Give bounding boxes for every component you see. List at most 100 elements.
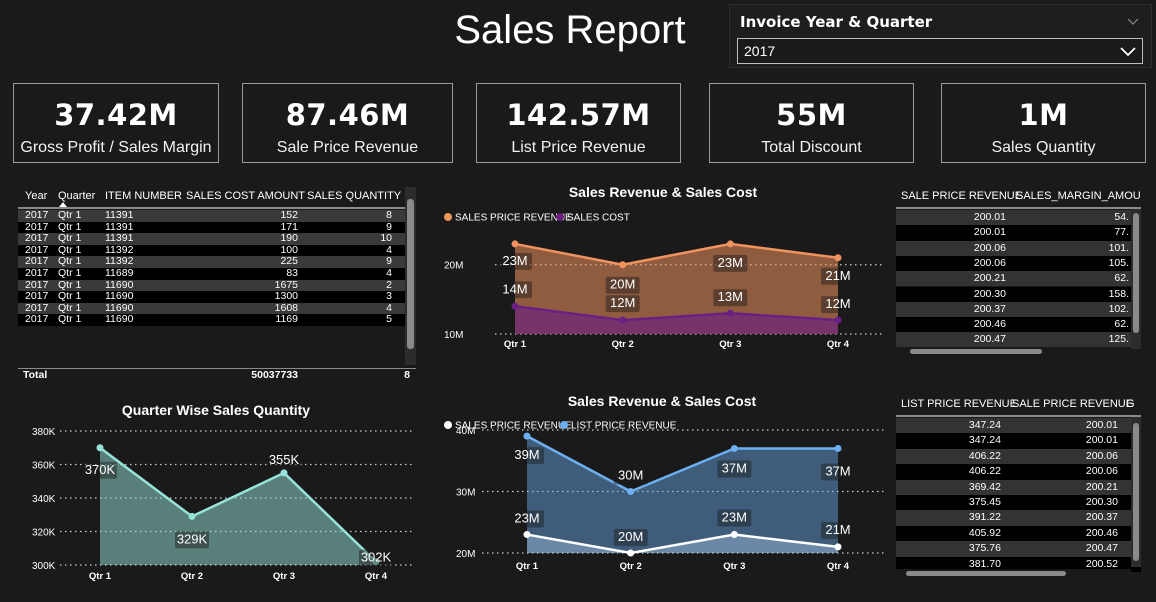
scrollbar-thumb[interactable] — [407, 199, 414, 349]
data-point — [619, 316, 627, 324]
sales-revenue-list-price-chart: Sales Revenue & Sales Cost40M30M20MSALES… — [444, 393, 885, 572]
data-label: 21M — [825, 268, 850, 283]
table-cell: 391.22 — [968, 511, 1001, 524]
data-point — [523, 531, 531, 539]
table-row[interactable]: 369.42 200.21 — [896, 479, 1141, 495]
table-row[interactable]: 405.92 200.46 — [896, 525, 1141, 542]
data-label: 302K — [361, 550, 392, 565]
column-header[interactable]: SALES COST AMOUNT — [186, 190, 305, 202]
data-point — [730, 444, 738, 452]
vertical-scrollbar[interactable] — [1131, 209, 1141, 349]
table-row[interactable]: 200.21 62. — [896, 271, 1141, 287]
data-point — [726, 309, 734, 317]
column-header[interactable]: SALES QUANTITY — [307, 190, 401, 202]
kpi-label: Total Discount — [761, 139, 862, 156]
table-row[interactable]: 406.22 200.06 — [896, 464, 1141, 480]
scrollbar-thumb[interactable] — [1133, 213, 1139, 333]
column-header[interactable]: LIST PRICE REVENUE — [901, 398, 1017, 410]
table-row[interactable]: 200.37 102. — [896, 301, 1141, 318]
table-row[interactable]: 200.01 77. — [896, 225, 1141, 241]
table-cell: 62. — [1114, 318, 1129, 331]
table-row[interactable]: 200.46 62. — [896, 317, 1141, 333]
table-row[interactable]: 200.47 125. — [896, 332, 1141, 348]
table-row[interactable]: 200.06 105. — [896, 255, 1141, 272]
table-cell: 369.42 — [968, 480, 1001, 493]
scrollbar-thumb[interactable] — [1133, 423, 1139, 561]
legend-label: SALES PRICE REVENUE — [455, 213, 572, 224]
y-tick-label: 360K — [32, 461, 56, 472]
kpi-value: 37.42M — [54, 98, 178, 132]
table-cell: 406.22 — [968, 449, 1001, 462]
data-label: 329K — [177, 531, 208, 546]
table-row[interactable]: 406.22 200.06 — [896, 448, 1141, 465]
data-label: 12M — [610, 295, 635, 310]
table-cell: 200.37 — [1085, 511, 1118, 524]
data-label: 21M — [825, 522, 850, 537]
table-row[interactable]: 2017 Qtr 1 11689 83 4 — [18, 267, 416, 280]
table-cell: 200.06 — [1085, 465, 1118, 478]
horizontal-scrollbar[interactable] — [896, 347, 1131, 356]
table-cell: 200.01 — [973, 226, 1006, 239]
table-cell: Qtr 1 — [58, 313, 82, 326]
table-cell: 9 — [386, 255, 392, 268]
scrollbar-thumb[interactable] — [910, 349, 1042, 354]
table-cell: 4 — [386, 243, 392, 256]
y-tick-label: 20M — [444, 261, 463, 272]
chevron-down-icon[interactable] — [1120, 45, 1136, 59]
slicer-label: Invoice Year & Quarter — [740, 13, 933, 31]
table-row[interactable]: 200.01 54. — [896, 210, 1141, 226]
table-row[interactable]: 2017 Qtr 1 11690 1169 5 — [18, 314, 416, 326]
table-cell: 105. — [1108, 256, 1129, 269]
table-cell: 347.24 — [968, 419, 1001, 431]
sales-detail-table: Year Quarter ITEM NUMBER SALES COST AMOU… — [18, 187, 416, 383]
horizontal-scrollbar[interactable] — [896, 569, 1131, 578]
column-header[interactable]: Year — [25, 190, 47, 202]
scrollbar-thumb[interactable] — [906, 571, 1066, 576]
column-header[interactable]: SALES_MARGIN_AMOU — [1016, 190, 1141, 202]
column-header[interactable]: Quarter — [58, 190, 95, 202]
data-label: 20M — [610, 277, 635, 292]
table-cell: 375.45 — [968, 496, 1001, 508]
kpi-card-sales-quantity: 1M Sales Quantity — [941, 83, 1146, 163]
data-label: 23M — [718, 255, 743, 270]
data-label: 14M — [502, 281, 527, 296]
table-cell: 405.92 — [968, 526, 1001, 539]
data-point — [834, 444, 842, 452]
series-area — [527, 436, 838, 553]
table-cell: 158. — [1108, 287, 1129, 300]
table-cell: 102. — [1108, 302, 1129, 315]
slicer-dropdown[interactable]: 2017 — [737, 38, 1143, 64]
chevron-down-icon[interactable] — [1127, 15, 1139, 27]
data-point — [511, 240, 519, 248]
column-header[interactable]: SALE PRICE REVENUE — [901, 190, 1022, 202]
sale-price-margin-table: SALE PRICE REVENUE SALES_MARGIN_AMOU 200… — [896, 187, 1141, 357]
table-row[interactable]: 391.22 200.37 — [896, 510, 1141, 526]
chart-title: Sales Revenue & Sales Cost — [568, 393, 757, 409]
table-cell: 200.30 — [973, 287, 1006, 300]
table-row[interactable]: 200.06 101. — [896, 240, 1141, 256]
x-tick-label: Qtr 3 — [723, 561, 745, 572]
data-point — [619, 261, 627, 269]
table-cell: 200.21 — [1085, 480, 1118, 493]
table-cell: 11689 — [105, 267, 134, 279]
table-cell: 200.47 — [1085, 542, 1118, 555]
column-header[interactable]: ITEM NUMBER — [105, 190, 182, 202]
table-row[interactable]: 200.30 158. — [896, 286, 1141, 302]
table-row[interactable]: 2017 Qtr 1 11391 152 8 — [18, 209, 416, 222]
table-cell: 8 — [386, 209, 392, 221]
table-row[interactable]: 347.24 200.01 — [896, 433, 1141, 449]
x-tick-label: Qtr 1 — [89, 571, 112, 582]
table-cell: 2017 — [25, 313, 49, 326]
vertical-scrollbar[interactable] — [405, 187, 416, 365]
legend-marker-icon — [560, 421, 568, 429]
table-row[interactable]: 375.76 200.47 — [896, 541, 1141, 557]
table-row[interactable]: 347.24 200.01 — [896, 418, 1141, 434]
table-cell: 83 — [286, 267, 298, 279]
table-cell: 200.46 — [1085, 526, 1118, 539]
column-header[interactable]: G — [1126, 398, 1135, 410]
table-row[interactable]: 375.45 200.30 — [896, 495, 1141, 511]
table-cell: 5 — [386, 313, 392, 326]
table-cell: 200.01 — [1085, 434, 1118, 447]
vertical-scrollbar[interactable] — [1131, 417, 1141, 567]
column-header[interactable]: SALE PRICE REVENUE — [1012, 398, 1133, 410]
